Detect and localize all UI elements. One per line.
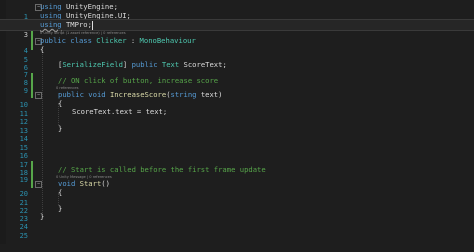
code-text: using TMPro;: [40, 20, 93, 30]
code-line[interactable]: 25: [0, 221, 474, 240]
code-editor[interactable]: 1 − using UnityEngine; 2 using UnityEngi…: [0, 0, 474, 244]
comment-text: // ON click of button, increase score: [58, 76, 219, 85]
collapse-icon[interactable]: −: [35, 181, 42, 188]
code-line-current[interactable]: 3 using TMPro;: [0, 19, 474, 50]
text-caret: [91, 20, 93, 30]
collapse-icon[interactable]: −: [35, 92, 42, 99]
line-number: 25: [19, 232, 28, 240]
